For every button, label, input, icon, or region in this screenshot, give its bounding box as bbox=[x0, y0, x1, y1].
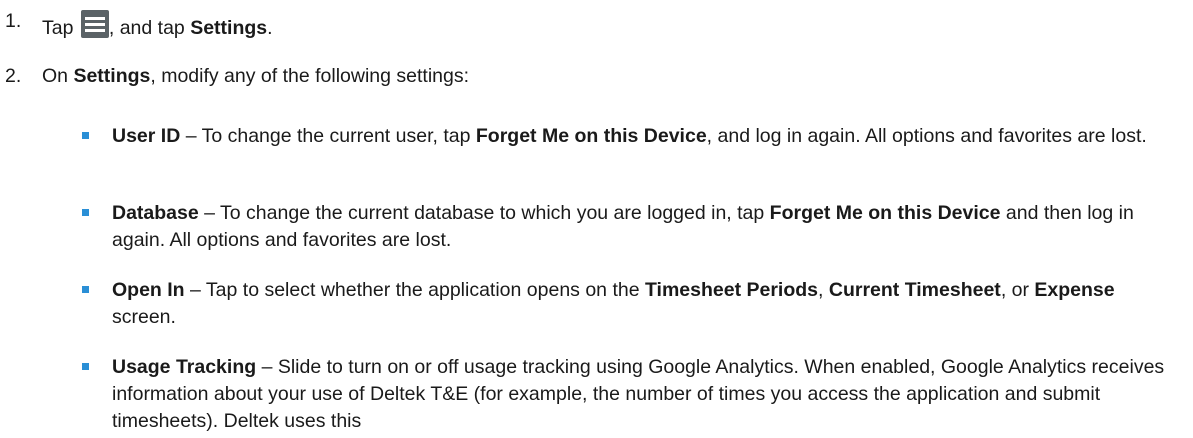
setting-description: Database – To change the current databas… bbox=[112, 200, 1182, 254]
settings-term: Settings bbox=[73, 65, 151, 87]
bullet-icon bbox=[82, 363, 89, 370]
step-text: On Settings, modify any of the following… bbox=[42, 65, 469, 88]
setting-text: screen. bbox=[112, 306, 176, 328]
step-number: 1. bbox=[5, 10, 22, 32]
step-1: 1. Tap , and tap Settings. bbox=[0, 4, 1193, 39]
step-text-pre: Tap bbox=[42, 17, 79, 39]
step-text-pre: On bbox=[42, 65, 74, 87]
hamburger-menu-icon bbox=[80, 10, 109, 38]
setting-text: – Slide to turn on or off usage tracking… bbox=[112, 356, 1165, 432]
setting-item-open-in: Open In – Tap to select whether the appl… bbox=[82, 277, 1162, 333]
setting-text: , and log in again. All options and favo… bbox=[706, 125, 1147, 147]
bullet-icon bbox=[82, 132, 89, 139]
setting-text: – To change the current user, tap bbox=[180, 125, 476, 147]
setting-text: , or bbox=[1000, 279, 1035, 301]
setting-text: , bbox=[818, 279, 829, 301]
setting-action: Forget Me on this Device bbox=[769, 202, 1001, 224]
step-text-post: , modify any of the following settings: bbox=[150, 65, 470, 87]
setting-text: – To change the current database to whic… bbox=[198, 202, 770, 224]
setting-option: Timesheet Periods bbox=[644, 279, 819, 301]
setting-term: Database bbox=[112, 202, 199, 224]
settings-term: Settings bbox=[190, 17, 268, 39]
step-text-mid: , and tap bbox=[108, 17, 191, 39]
bullet-icon bbox=[82, 209, 89, 216]
setting-term: Open In bbox=[112, 279, 185, 301]
setting-option: Expense bbox=[1034, 279, 1115, 301]
setting-item-user-id: User ID – To change the current user, ta… bbox=[82, 123, 1162, 179]
setting-term: Usage Tracking bbox=[112, 356, 257, 378]
setting-description: Usage Tracking – Slide to turn on or off… bbox=[112, 354, 1182, 435]
setting-description: User ID – To change the current user, ta… bbox=[112, 123, 1182, 150]
setting-option: Current Timesheet bbox=[828, 279, 1001, 301]
setting-description: Open In – Tap to select whether the appl… bbox=[112, 277, 1182, 331]
step-number: 2. bbox=[5, 65, 22, 87]
setting-item-usage-tracking: Usage Tracking – Slide to turn on or off… bbox=[82, 354, 1164, 438]
step-text-post: . bbox=[267, 17, 273, 39]
setting-action: Forget Me on this Device bbox=[475, 125, 707, 147]
step-text: Tap , and tap Settings. bbox=[42, 10, 273, 40]
setting-term: User ID bbox=[112, 125, 181, 147]
step-2: 2. On Settings, modify any of the follow… bbox=[0, 65, 1193, 93]
setting-text: – Tap to select whether the application … bbox=[184, 279, 645, 301]
bullet-icon bbox=[82, 286, 89, 293]
setting-item-database: Database – To change the current databas… bbox=[82, 200, 1162, 256]
